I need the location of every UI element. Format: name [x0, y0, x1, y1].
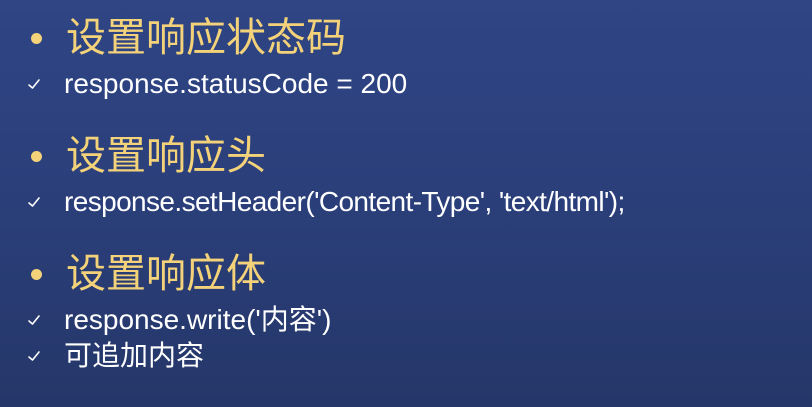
code-line-status-code: response.statusCode = 200 — [27, 70, 407, 98]
line-text: response.write('内容') — [64, 304, 332, 335]
section-heading-status-code: 设置响应状态码 — [31, 18, 346, 58]
slide: 设置响应状态码 response.statusCode = 200 设置响应头 … — [0, 0, 812, 407]
bullet-dot-icon — [31, 32, 42, 44]
check-icon — [28, 79, 40, 89]
check-icon — [28, 197, 40, 207]
line-text: response.statusCode = 200 — [64, 68, 408, 99]
section-heading-headers: 设置响应头 — [31, 136, 266, 176]
code-line-set-header: response.setHeader('Content-Type', 'text… — [27, 188, 625, 216]
heading-text: 设置响应状态码 — [66, 15, 346, 61]
bullet-dot-icon — [31, 150, 42, 162]
code-line-write: response.write('内容') — [27, 306, 331, 334]
line-text: response.setHeader('Content-Type', 'text… — [64, 186, 625, 217]
check-icon — [28, 315, 40, 325]
line-text: 可追加内容 — [64, 340, 205, 371]
heading-text: 设置响应头 — [66, 133, 266, 179]
check-icon — [28, 351, 40, 361]
heading-text: 设置响应体 — [66, 251, 266, 297]
section-heading-body: 设置响应体 — [31, 254, 266, 294]
code-line-append: 可追加内容 — [27, 342, 204, 370]
bullet-dot-icon — [31, 268, 42, 280]
